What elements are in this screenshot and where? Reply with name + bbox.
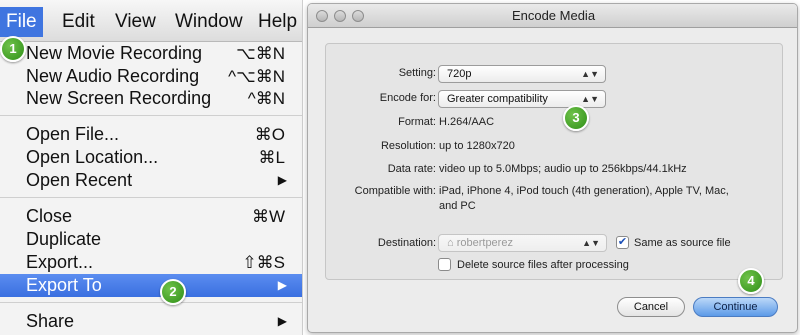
menu-item-shortcut: ^⌥⌘N — [228, 67, 285, 86]
menu-separator — [0, 302, 302, 303]
menu-view[interactable]: View — [109, 7, 162, 37]
format-label: Format: — [398, 116, 436, 128]
menu-item-shortcut: ⌘W — [251, 207, 285, 226]
menu-item-share[interactable]: Share ▶ — [0, 310, 302, 333]
same-as-source-label: Same as source file — [634, 237, 731, 249]
menu-bar: File Edit View Window Help — [0, 0, 302, 42]
menu-item-label: Close — [26, 206, 73, 226]
menu-item-export[interactable]: Export... ⇧⌘S — [0, 251, 302, 274]
submenu-arrow-icon: ▶ — [277, 314, 287, 328]
menu-item-export-to[interactable]: Export To ▶ — [0, 274, 302, 297]
menu-separator — [0, 115, 302, 116]
destination-popup[interactable]: ⌂ robertperez ▲▼ — [438, 234, 607, 252]
data-rate-value: video up to 5.0Mbps; audio up to 256kbps… — [439, 163, 687, 175]
dialog-titlebar: Encode Media — [308, 4, 797, 28]
same-as-source-checkbox[interactable]: ✔ — [616, 236, 629, 249]
dialog-title: Encode Media — [511, 8, 596, 23]
menu-item-new-audio-recording[interactable]: New Audio Recording ^⌥⌘N — [0, 65, 302, 88]
destination-value: robertperez — [456, 237, 513, 249]
menu-item-close[interactable]: Close ⌘W — [0, 205, 302, 228]
file-menu-panel: File Edit View Window Help New Movie Rec… — [0, 0, 303, 335]
menu-file[interactable]: File — [0, 7, 43, 37]
menu-item-shortcut: ⇧⌘S — [242, 253, 285, 272]
delete-source-checkbox[interactable] — [438, 258, 451, 271]
encode-for-value: Greater compatibility — [447, 93, 548, 105]
menu-item-label: New Screen Recording — [26, 88, 212, 108]
encode-media-dialog: Encode Media Setting: 720p ▲▼ Encode for… — [307, 3, 798, 333]
menu-item-shortcut: ⌘O — [254, 125, 285, 144]
menu-item-duplicate[interactable]: Duplicate — [0, 228, 302, 251]
step-badge-1: 1 — [0, 36, 26, 62]
menu-item-label: New Movie Recording — [26, 43, 203, 63]
destination-label: Destination: — [377, 237, 436, 249]
data-rate-label: Data rate: — [387, 163, 436, 175]
delete-source-label: Delete source files after processing — [457, 259, 629, 271]
menu-item-new-movie-recording[interactable]: New Movie Recording ⌥⌘N — [0, 42, 302, 65]
updown-arrows-icon: ▲▼ — [581, 69, 599, 79]
submenu-arrow-icon: ▶ — [277, 173, 287, 187]
menu-item-new-screen-recording[interactable]: New Screen Recording ^⌘N — [0, 87, 302, 110]
setting-value: 720p — [447, 68, 472, 80]
updown-arrows-icon: ▲▼ — [581, 94, 599, 104]
menu-item-shortcut: ^⌘N — [247, 89, 285, 108]
continue-button[interactable]: Continue — [693, 297, 778, 317]
menu-item-label: Open Recent — [26, 170, 133, 190]
menu-edit[interactable]: Edit — [56, 7, 101, 37]
menu-window[interactable]: Window — [169, 7, 249, 37]
menu-item-label: Export To — [26, 275, 102, 295]
compatible-with-value-line1: iPad, iPhone 4, iPod touch (4th generati… — [439, 185, 729, 197]
resolution-value: up to 1280x720 — [439, 140, 515, 152]
submenu-arrow-icon: ▶ — [277, 278, 287, 292]
menu-item-label: Export... — [26, 252, 94, 272]
menu-item-shortcut: ⌥⌘N — [236, 44, 285, 63]
compatible-with-value-line2: and PC — [439, 200, 476, 212]
home-folder-icon: ⌂ — [447, 237, 457, 249]
menu-item-shortcut: ⌘L — [258, 148, 285, 167]
menu-help[interactable]: Help — [252, 7, 302, 37]
resolution-label: Resolution: — [380, 140, 436, 152]
step-badge-4: 4 — [738, 268, 764, 294]
cancel-button[interactable]: Cancel — [617, 297, 685, 317]
updown-arrows-icon: ▲▼ — [582, 238, 600, 248]
format-value: H.264/AAC — [439, 116, 495, 128]
step-badge-2: 2 — [160, 279, 186, 305]
menu-item-open-recent[interactable]: Open Recent ▶ — [0, 169, 302, 192]
setting-popup[interactable]: 720p ▲▼ — [438, 65, 606, 83]
settings-panel: Setting: 720p ▲▼ Encode for: Greater com… — [325, 43, 783, 280]
compatible-with-label: Compatible with: — [354, 185, 436, 197]
menu-item-label: Open Location... — [26, 147, 159, 167]
menu-item-label: New Audio Recording — [26, 66, 200, 86]
menu-item-label: Duplicate — [26, 229, 102, 249]
menu-item-label: Share — [26, 311, 75, 331]
menu-item-open-file[interactable]: Open File... ⌘O — [0, 123, 302, 146]
setting-label: Setting: — [398, 67, 436, 79]
encode-for-label: Encode for: — [379, 92, 436, 104]
step-badge-3: 3 — [563, 105, 589, 131]
menu-item-label: Open File... — [26, 124, 120, 144]
menu-item-open-location[interactable]: Open Location... ⌘L — [0, 146, 302, 169]
menu-separator — [0, 197, 302, 198]
